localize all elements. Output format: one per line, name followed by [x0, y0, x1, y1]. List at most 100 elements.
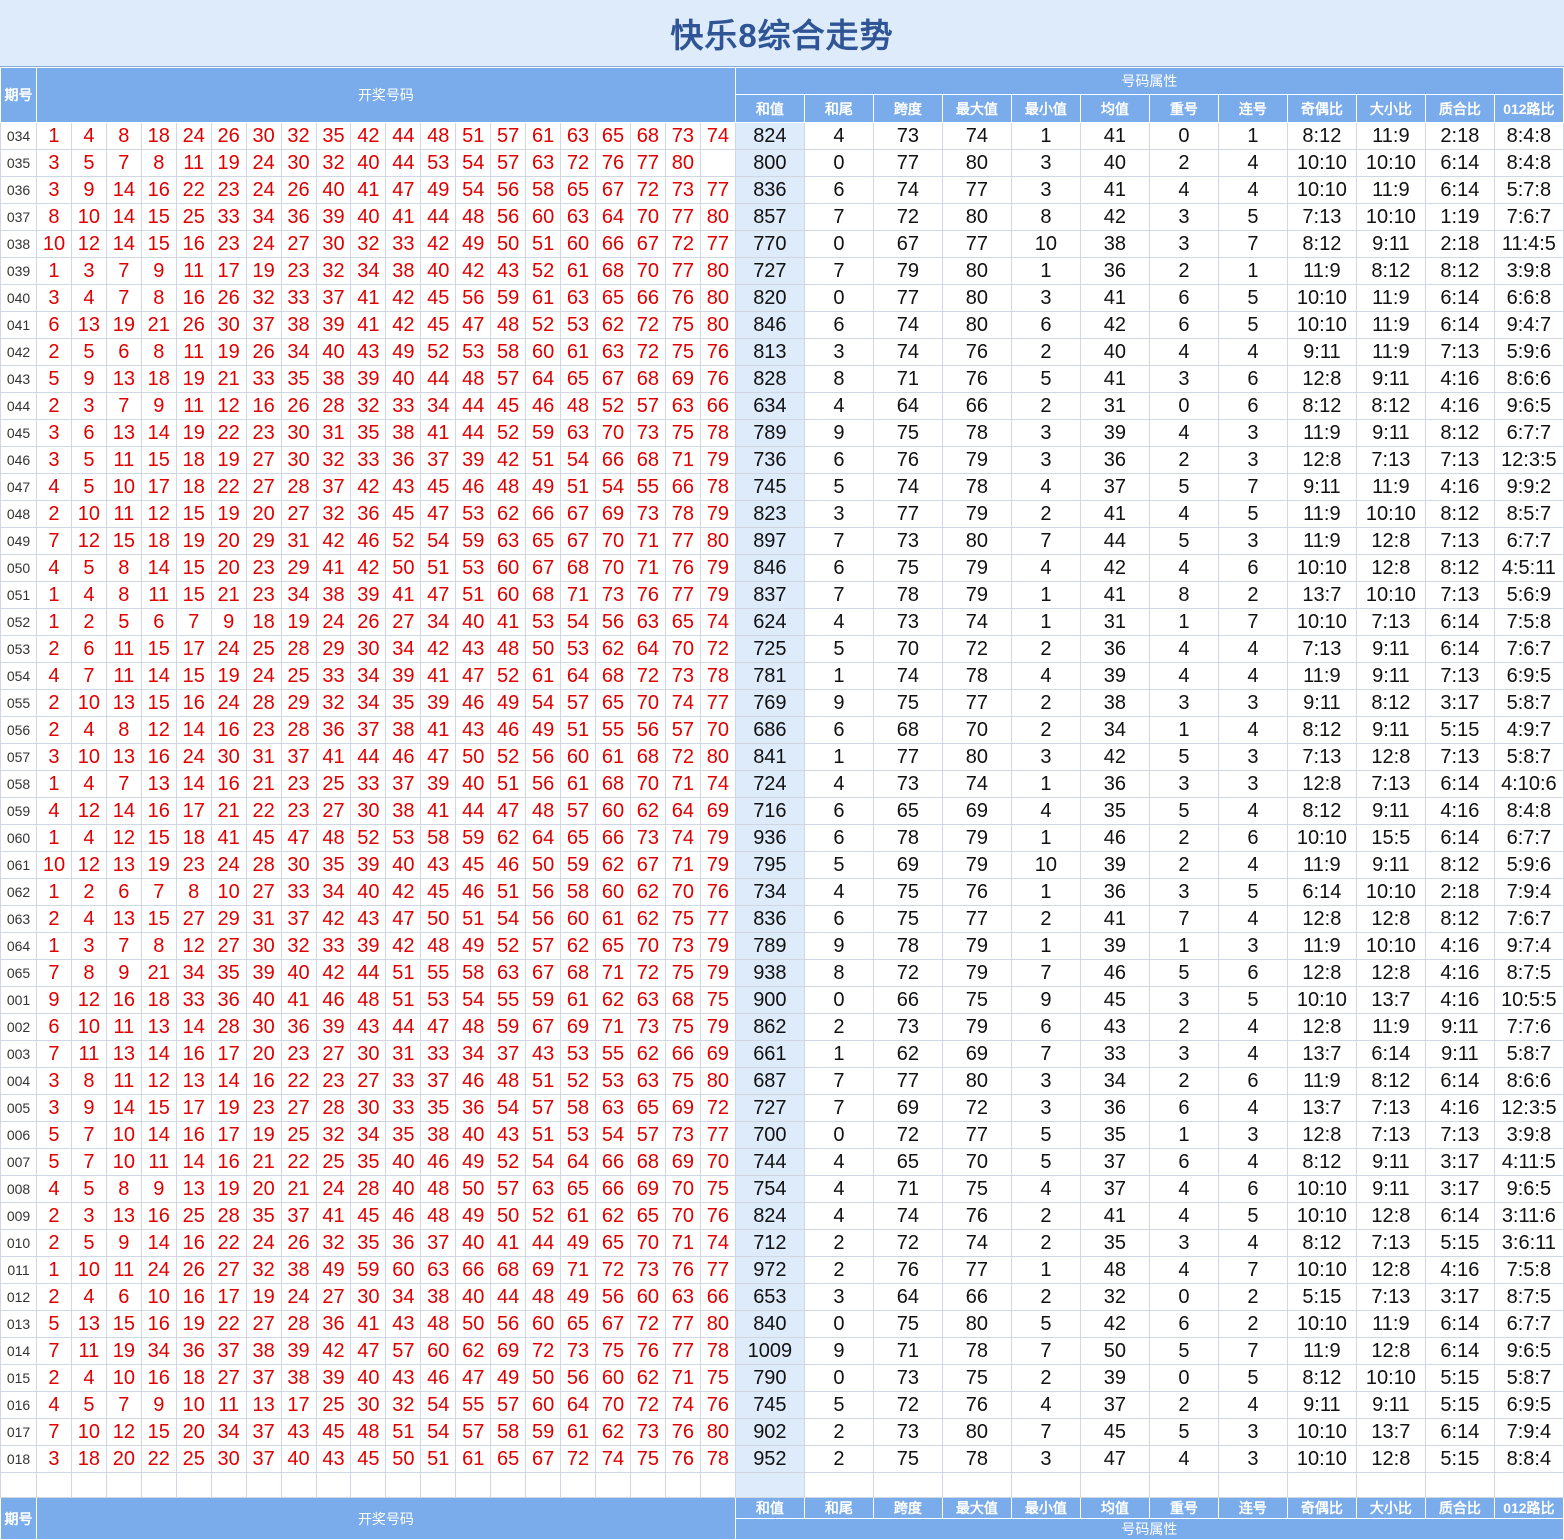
table-row: 063 2 4 13 15 27 29 31 37 42 43 47 50 51 54 56 60 61 62 75 7…: [0, 905, 1564, 933]
draw-number: 19: [210, 1175, 247, 1203]
draw-number: 36: [315, 716, 352, 744]
draw-number: 34: [455, 1040, 492, 1068]
draw-number: 5: [70, 338, 107, 366]
draw-number: 16: [140, 797, 177, 825]
draw-number: 32: [350, 392, 387, 420]
draw-number: 1: [36, 878, 72, 906]
draw-number: 63: [560, 284, 596, 312]
draw-number: 26: [210, 284, 247, 312]
draw-number: 70: [595, 419, 631, 447]
draw-number: 24: [315, 1175, 352, 1203]
draw-number: 3: [36, 419, 72, 447]
draw-number: 37: [385, 770, 422, 798]
draw-number: 80: [699, 1067, 736, 1095]
table-row: 049 7 12 15 18 19 20 29 31 42 46 52 54 59 63 65 67 70 71 77…: [0, 527, 1564, 555]
draw-number: 71: [560, 1256, 596, 1284]
draw-number: 37: [245, 1445, 282, 1473]
attr-cell: 31: [1079, 608, 1150, 636]
draw-number: 35: [350, 1229, 387, 1257]
draw-number: 72: [525, 1337, 562, 1365]
draw-number: 32: [315, 689, 352, 717]
draw-number: 61: [455, 1445, 492, 1473]
attr-cell: 5:15: [1424, 1391, 1495, 1419]
attr-cell: 76: [941, 878, 1012, 906]
draw-number: 61: [525, 284, 562, 312]
draw-number: 36: [455, 1094, 492, 1122]
draw-number: 15: [105, 1310, 142, 1338]
attr-footer: 质合比: [1424, 1497, 1495, 1519]
draw-number: 27: [245, 446, 282, 474]
attr-cell: 6:14: [1424, 149, 1495, 177]
attr-cell: 6: [1148, 1148, 1219, 1176]
attr-cell: 813: [734, 338, 805, 366]
attr-cell: 9:11: [1286, 689, 1357, 717]
attr-cell: 9: [803, 932, 874, 960]
attr-footer: 大小比: [1355, 1497, 1426, 1519]
draw-number: 1: [36, 608, 72, 636]
draw-number: 41: [350, 176, 387, 204]
attr-cell: 661: [734, 1040, 805, 1068]
draw-number: 72: [629, 176, 666, 204]
attr-cell: 76: [941, 1391, 1012, 1419]
draw-number: 33: [350, 770, 387, 798]
draw-number: 29: [280, 689, 317, 717]
draw-number: 69: [699, 797, 736, 825]
draw-number: 70: [664, 878, 701, 906]
table-row: 034 1 4 8 18 24 26 30 32 35 42 44 48 51 57 61 63 65 68 73 74…: [0, 122, 1564, 150]
draw-number: 21: [280, 1175, 317, 1203]
draw-number: 4: [36, 1175, 72, 1203]
draw-number: 7: [36, 1337, 72, 1365]
draw-number: 40: [350, 203, 387, 231]
attr-cell: 4:9:7: [1493, 716, 1564, 744]
attr-cell: 5: [1148, 743, 1219, 771]
attr-cell: 4:16: [1424, 473, 1495, 501]
blank-cell: [525, 1472, 562, 1498]
draw-number: 4: [70, 284, 107, 312]
draw-number: 46: [420, 1364, 457, 1392]
draw-number: 49: [560, 1229, 596, 1257]
table-row: 035 3 5 7 8 11 19 24 30 32 40 44 53 54 57 63 72 76 77 80 800…: [0, 149, 1564, 177]
draw-number: 13: [105, 689, 142, 717]
draw-number: 54: [455, 149, 492, 177]
attr-cell: 7: [803, 527, 874, 555]
draw-number: 70: [629, 257, 666, 285]
draw-number: 60: [525, 1391, 562, 1419]
draw-number: 41: [350, 311, 387, 339]
draw-number: 49: [385, 338, 422, 366]
draw-number: 75: [664, 1013, 701, 1041]
table-row: 048 2 10 11 12 15 19 20 27 32 36 45 47 53 62 66 67 69 73 78…: [0, 500, 1564, 528]
attr-cell: 64: [872, 392, 943, 420]
draw-number: 66: [664, 1040, 701, 1068]
period-cell: 001: [0, 986, 37, 1014]
attr-footer: 和值: [734, 1497, 805, 1519]
draw-number: 20: [245, 1040, 282, 1068]
draw-number: 33: [385, 392, 422, 420]
draw-number: 59: [525, 1418, 562, 1446]
draw-number: 48: [490, 635, 527, 663]
attr-cell: 37: [1079, 1175, 1150, 1203]
attr-cell: 5: [1217, 1202, 1288, 1230]
draw-number: 54: [420, 1418, 457, 1446]
attr-cell: 76: [941, 338, 1012, 366]
draw-number: 42: [315, 1337, 352, 1365]
draw-number: 1: [36, 581, 72, 609]
attr-cell: 72: [872, 959, 943, 987]
attr-cell: 2: [803, 1418, 874, 1446]
draw-number: 57: [629, 1121, 666, 1149]
table-row: 057 3 10 13 16 24 30 31 37 41 44 46 47 50 52 56 60 61 68 72…: [0, 743, 1564, 771]
draw-number: 78: [699, 419, 736, 447]
draw-number: 45: [245, 824, 282, 852]
draw-number: 58: [525, 176, 562, 204]
blank-cell: [210, 1472, 247, 1498]
attr-cell: 0: [803, 284, 874, 312]
draw-number: 25: [315, 1148, 352, 1176]
draw-number: 8: [140, 932, 177, 960]
draw-number: 72: [629, 1310, 666, 1338]
draw-number: 60: [560, 230, 596, 258]
draw-number: 4: [36, 473, 72, 501]
draw-number: 67: [595, 1310, 631, 1338]
period-footer: 期号: [0, 1497, 37, 1540]
table-row: 018 3 18 20 22 25 30 37 40 43 45 50 51 61 65 67 72 74 75 76…: [0, 1445, 1564, 1473]
draw-number: 11: [175, 338, 212, 366]
draw-number: 73: [560, 1337, 596, 1365]
